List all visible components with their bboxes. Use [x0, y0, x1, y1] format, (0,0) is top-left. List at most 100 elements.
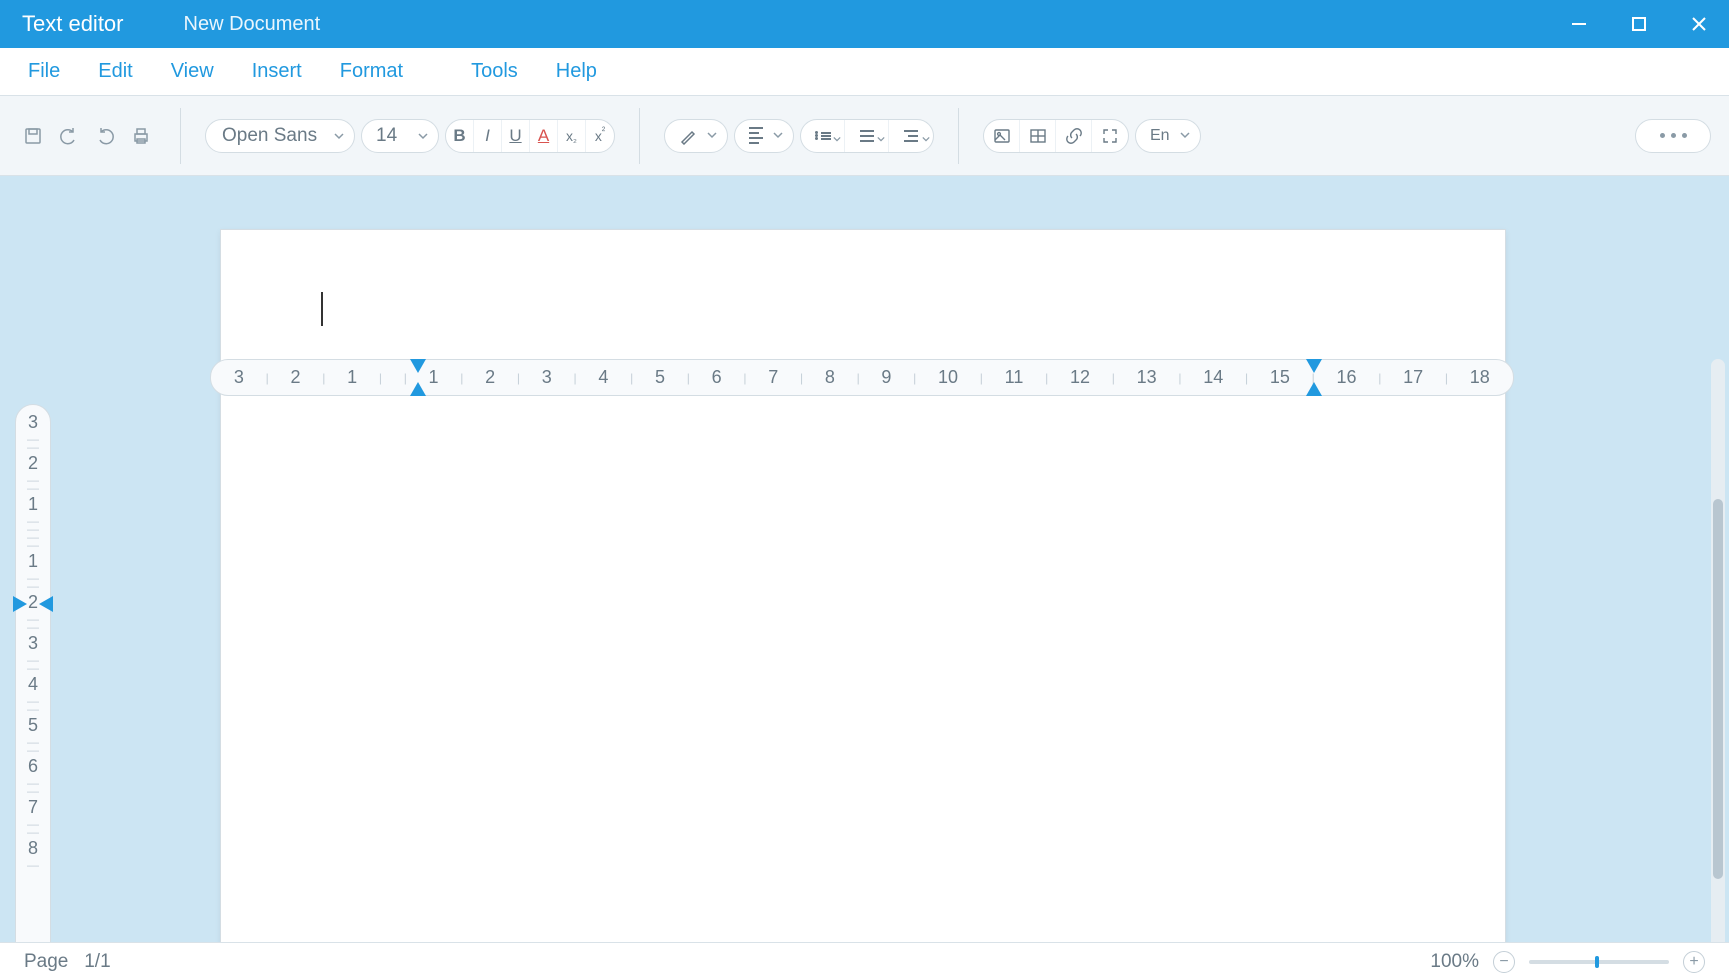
top-margin-marker[interactable] [13, 592, 53, 616]
ruler-tick: 2 [485, 367, 495, 388]
zoom-out-button[interactable]: − [1493, 951, 1515, 973]
ruler-tick: 4 [598, 367, 608, 388]
text-cursor [321, 292, 323, 326]
underline-button[interactable]: U [502, 120, 530, 152]
redo-button[interactable] [90, 119, 120, 153]
insert-table-button[interactable] [1020, 120, 1056, 152]
ruler-tick: 7 [28, 797, 38, 818]
document-page[interactable] [220, 229, 1506, 942]
ruler-tick: 11 [1005, 367, 1024, 388]
zoom-slider[interactable] [1529, 960, 1669, 964]
chevron-down-icon [773, 127, 783, 145]
window-controls [1549, 0, 1729, 48]
menu-bar: File Edit View Insert Format Tools Help [0, 48, 1729, 96]
bullet-list-button[interactable] [801, 120, 845, 152]
ruler-tick: 7 [768, 367, 778, 388]
menu-insert[interactable]: Insert [238, 54, 316, 89]
ruler-tick: 3 [28, 633, 38, 654]
fullscreen-button[interactable] [1092, 120, 1128, 152]
save-icon [23, 126, 43, 146]
insert-link-button[interactable] [1056, 120, 1092, 152]
close-icon [1690, 15, 1708, 33]
zoom-slider-thumb[interactable] [1595, 956, 1599, 968]
menu-help[interactable]: Help [542, 54, 611, 89]
ruler-tick: 12 [1070, 367, 1090, 388]
left-margin-marker[interactable] [406, 359, 430, 396]
chevron-down-icon [707, 127, 717, 145]
numbered-list-button[interactable] [845, 120, 889, 152]
ruler-tick: 6 [712, 367, 722, 388]
save-button[interactable] [18, 119, 48, 153]
ruler-tick: 1 [28, 551, 38, 572]
close-button[interactable] [1669, 0, 1729, 48]
numbered-list-icon [860, 130, 874, 142]
ruler-tick: 15 [1270, 367, 1290, 388]
page-value: 1/1 [84, 951, 110, 972]
ruler-tick: 17 [1403, 367, 1423, 388]
ruler-tick: 10 [938, 367, 958, 388]
menu-edit[interactable]: Edit [84, 54, 146, 89]
link-icon [1065, 127, 1083, 145]
horizontal-ruler[interactable]: 3| 2| 1| | 1| 2| 3| 4| 5| 6| 7| 8| 9| 10… [210, 359, 1514, 396]
vertical-scrollbar[interactable] [1711, 359, 1725, 942]
menu-file[interactable]: File [14, 54, 74, 89]
menu-view[interactable]: View [157, 54, 228, 89]
chevron-down-icon [334, 125, 344, 147]
table-icon [1029, 127, 1047, 145]
print-button[interactable] [126, 119, 156, 153]
italic-button[interactable]: I [474, 120, 502, 152]
multilevel-list-button[interactable] [889, 120, 933, 152]
ruler-tick: 3 [28, 412, 38, 433]
bold-button[interactable]: B [446, 120, 474, 152]
ruler-tick: 3 [234, 367, 244, 388]
toolbar-separator [958, 108, 959, 164]
ruler-tick: 18 [1470, 367, 1490, 388]
font-size-select[interactable]: 14 [361, 119, 439, 153]
ruler-tick: 4 [28, 674, 38, 695]
subscript-label: x [566, 128, 573, 144]
toolbar-separator [639, 108, 640, 164]
vertical-ruler[interactable]: 3 —— 2 —— 1 —— —— 1 —— 2 —— 3 —— 4 —— 5 … [15, 404, 51, 942]
scrollbar-thumb[interactable] [1713, 499, 1723, 879]
superscript-button[interactable]: x² [586, 120, 614, 152]
document-name: New Document [184, 13, 321, 36]
ruler-tick: 6 [28, 756, 38, 777]
ruler-tick: 5 [28, 715, 38, 736]
right-margin-marker[interactable] [1302, 359, 1326, 396]
minimize-button[interactable] [1549, 0, 1609, 48]
ruler-tick: 3 [542, 367, 552, 388]
print-icon [131, 126, 151, 146]
menu-tools[interactable]: Tools [457, 54, 532, 89]
zoom-value: 100% [1430, 951, 1479, 973]
font-family-select[interactable]: Open Sans [205, 119, 355, 153]
status-bar: Page 1/1 100% − + [0, 942, 1729, 980]
font-color-button[interactable]: A [530, 120, 558, 152]
chevron-down-icon [922, 130, 930, 148]
ruler-tick: 16 [1336, 367, 1356, 388]
maximize-icon [1630, 15, 1648, 33]
language-button[interactable]: En [1135, 119, 1201, 153]
title-bar: Text editor New Document [0, 0, 1729, 48]
ruler-tick: 5 [655, 367, 665, 388]
list-buttons [800, 119, 934, 153]
chevron-down-icon [833, 130, 841, 148]
ruler-tick: 2 [290, 367, 300, 388]
more-button[interactable] [1635, 119, 1711, 153]
multilevel-list-icon [904, 130, 918, 142]
ruler-tick: 9 [881, 367, 891, 388]
fullscreen-icon [1101, 127, 1119, 145]
highlight-color-button[interactable] [664, 119, 728, 153]
menu-format[interactable]: Format [326, 54, 417, 89]
ruler-tick: 2 [28, 453, 38, 474]
undo-button[interactable] [54, 119, 84, 153]
align-button[interactable] [734, 119, 794, 153]
insert-image-button[interactable] [984, 120, 1020, 152]
maximize-button[interactable] [1609, 0, 1669, 48]
subscript-button[interactable]: x₂ [558, 120, 586, 152]
font-family-value: Open Sans [222, 125, 317, 147]
chevron-down-icon [877, 130, 885, 148]
zoom-in-button[interactable]: + [1683, 951, 1705, 973]
align-left-icon [749, 127, 763, 144]
document-area: 3| 2| 1| | 1| 2| 3| 4| 5| 6| 7| 8| 9| 10… [0, 176, 1729, 942]
language-value: En [1150, 127, 1170, 145]
